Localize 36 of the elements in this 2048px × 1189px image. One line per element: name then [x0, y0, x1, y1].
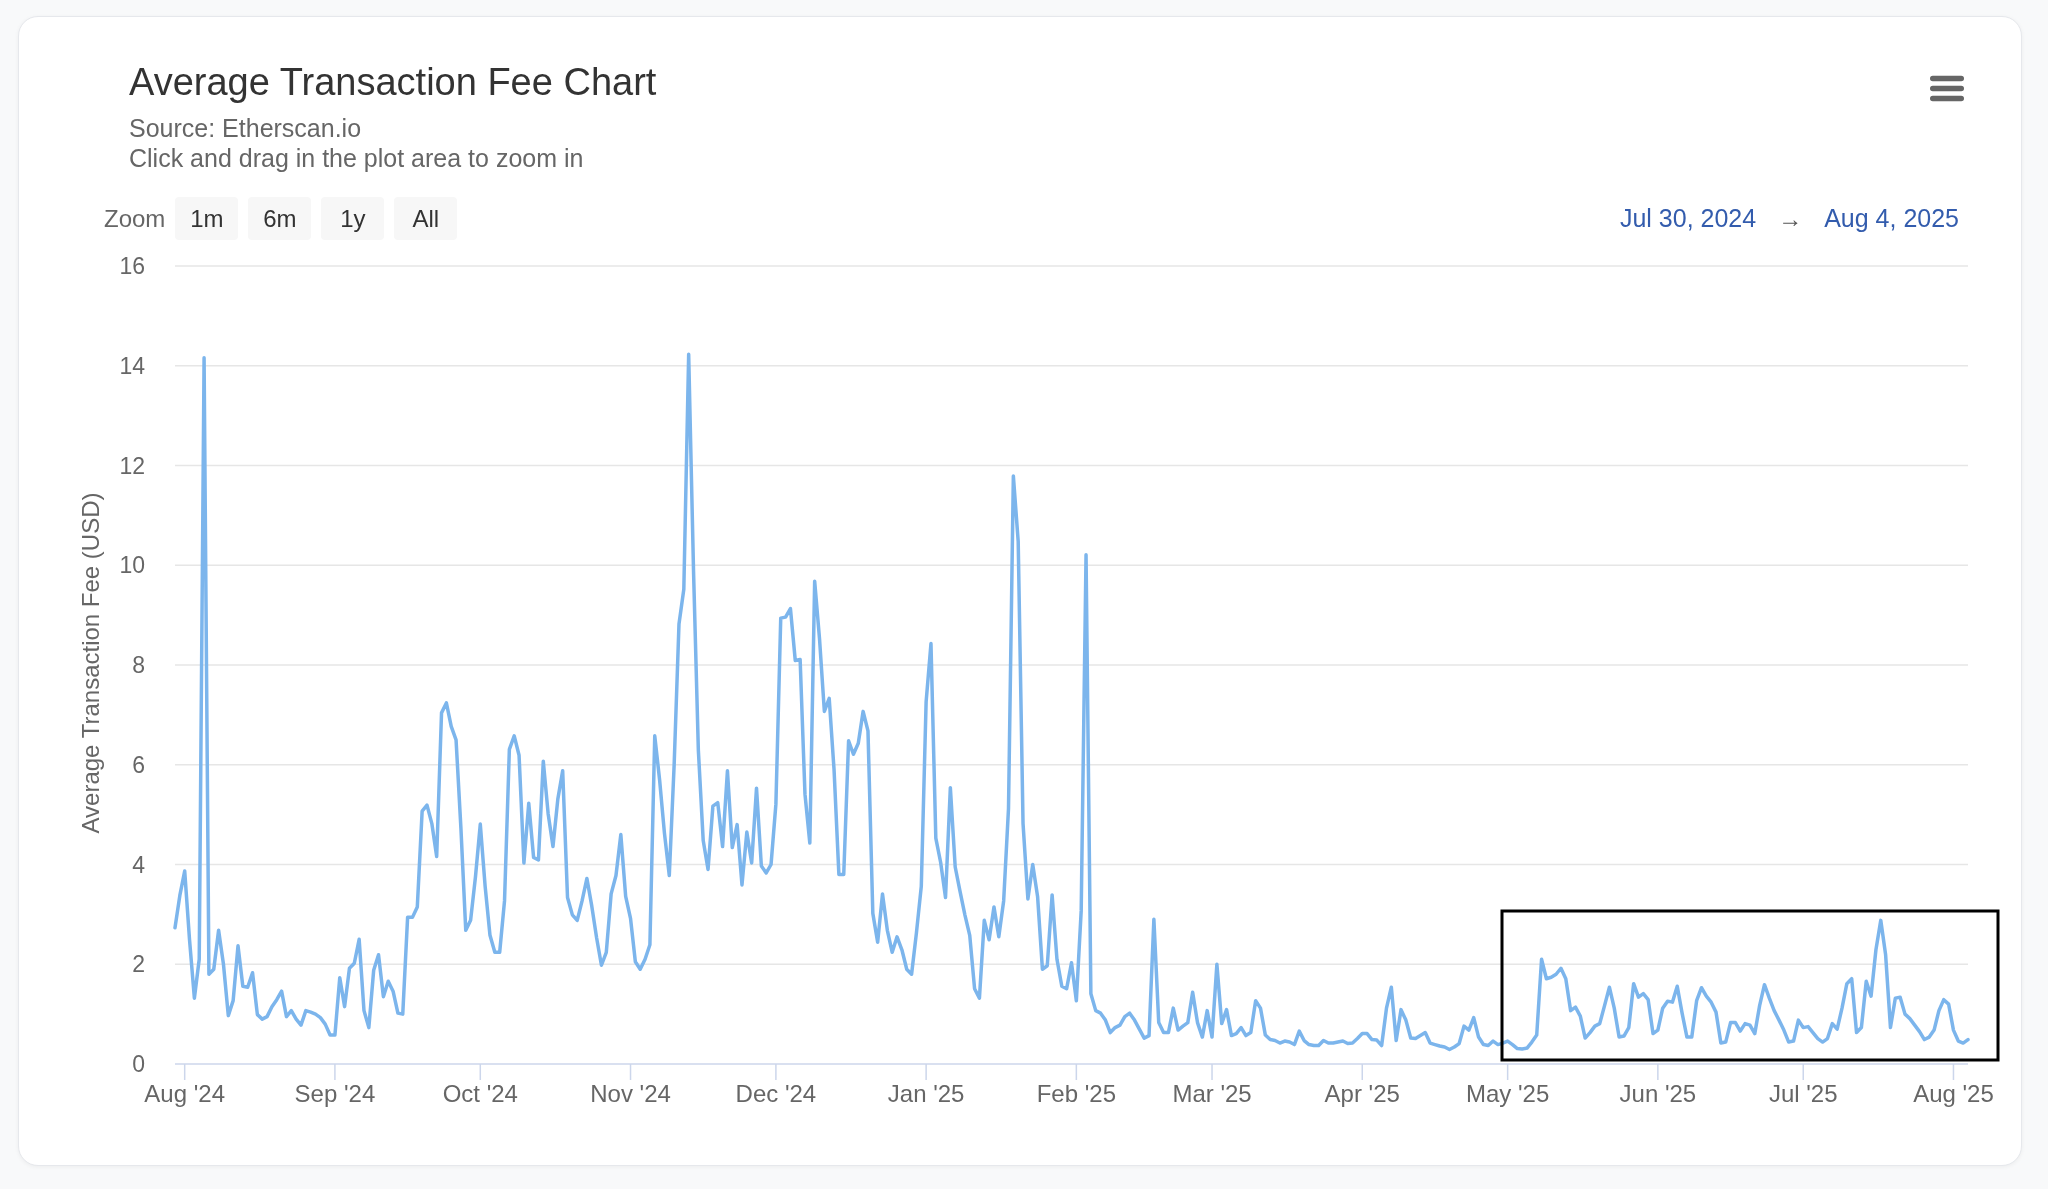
menu-icon	[1930, 75, 1964, 102]
x-axis-label: Jan '25	[887, 1079, 965, 1107]
end-date-input[interactable]: Aug 4, 2025	[1824, 199, 1959, 238]
start-date-input[interactable]: Jul 30, 2024	[1619, 199, 1757, 238]
y-axis-label: 16	[119, 253, 145, 279]
zoom-range-button[interactable]: 1m	[175, 197, 239, 240]
x-axis-label: May '25	[1466, 1079, 1550, 1107]
range-separator: →	[1778, 203, 1803, 234]
x-axis-label: Oct '24	[442, 1079, 518, 1107]
x-axis-label: Sep '24	[294, 1079, 376, 1107]
y-axis-label: 4	[132, 851, 145, 878]
zoom-range-button[interactable]: 6m	[248, 197, 312, 240]
x-axis-label: Apr '25	[1324, 1079, 1400, 1107]
y-axis-label: 6	[132, 751, 145, 778]
x-axis-label: Mar '25	[1172, 1079, 1252, 1107]
y-axis-label: 10	[119, 552, 145, 579]
x-axis-label: Feb '25	[1036, 1079, 1116, 1107]
y-axis-label: 2	[132, 951, 145, 978]
y-axis-label: 12	[119, 452, 145, 479]
zoom-range-button[interactable]: 1y	[321, 197, 385, 240]
chart-menu-button[interactable]	[1930, 75, 1964, 102]
x-axis-label: Dec '24	[735, 1079, 817, 1107]
x-axis-label: Jun '25	[1619, 1079, 1697, 1107]
zoom-label: Zoom	[104, 203, 166, 234]
zoom-range-button[interactable]: All	[394, 197, 458, 240]
chart-subtitle: Source: Etherscan.io	[129, 113, 363, 143]
x-axis-label: Aug '24	[144, 1079, 225, 1107]
y-axis-label: 14	[119, 352, 145, 379]
x-axis-label: Aug '25	[1913, 1079, 1994, 1107]
chart-subtitle: Click and drag in the plot area to zoom in	[129, 143, 585, 173]
x-axis-label: Jul '25	[1768, 1079, 1838, 1107]
y-axis-title: Average Transaction Fee (USD)	[76, 492, 104, 834]
x-axis-label: Nov '24	[590, 1079, 671, 1107]
y-axis-label: 0	[132, 1051, 145, 1077]
y-axis-label: 8	[132, 652, 145, 678]
chart-title: Average Transaction Fee Chart	[129, 61, 657, 103]
